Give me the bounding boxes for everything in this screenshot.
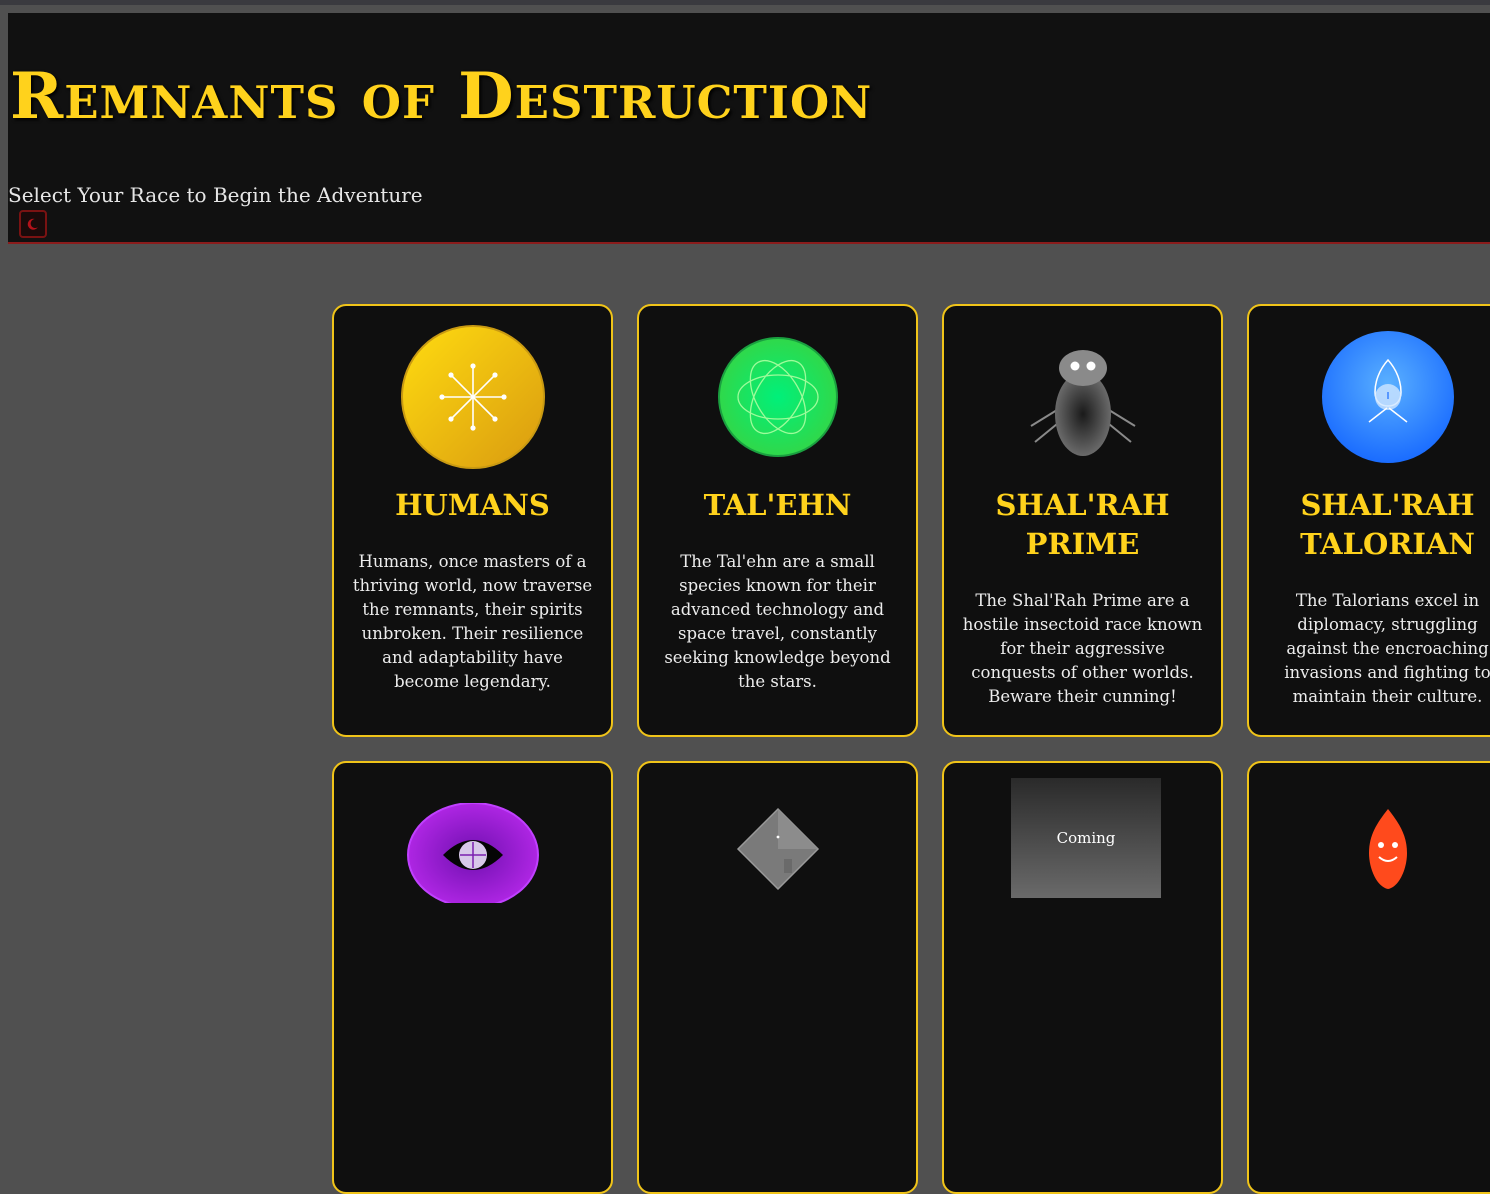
race-card-shalrah-talorian[interactable]: SHAL'RAH TALORIAN The Talorians excel in… <box>1247 304 1490 737</box>
race-name: SHAL'RAH PRIME <box>995 488 1170 561</box>
browser-top-bar <box>0 0 1490 5</box>
race-card-coming[interactable]: Coming <box>942 761 1223 1194</box>
page-subtitle: Select Your Race to Begin the Adventure <box>8 183 423 207</box>
race-description: The Tal'ehn are a small species known fo… <box>664 552 891 691</box>
theme-toggle-button[interactable] <box>19 210 47 238</box>
race-name: TAL'EHN <box>703 488 852 522</box>
race-card-humans[interactable]: HUMANS Humans, once masters of a thrivin… <box>332 304 613 737</box>
flame-orb-icon <box>1321 331 1454 463</box>
diamond-icon <box>736 807 819 891</box>
moon-icon <box>27 218 38 230</box>
race-description: Humans, once masters of a thriving world… <box>352 552 593 691</box>
atom-orbit-icon <box>717 337 838 457</box>
race-card[interactable] <box>1247 761 1490 1194</box>
starburst-icon <box>400 325 545 469</box>
race-card-talehn[interactable]: TAL'EHN The Tal'ehn are a small species … <box>637 304 918 737</box>
flame-face-icon <box>1368 809 1407 889</box>
race-description: The Talorians excel in diplomacy, strugg… <box>1284 591 1490 706</box>
race-description: The Shal'Rah Prime are a hostile insecto… <box>962 591 1203 706</box>
beetle-icon <box>1029 350 1136 456</box>
race-card[interactable] <box>637 761 918 1194</box>
page-title: Remnants of Destruction <box>10 59 873 134</box>
page-header: Remnants of Destruction Select Your Race… <box>8 13 1490 244</box>
coming-soon-placeholder: Coming <box>1011 778 1161 898</box>
race-name: SHAL'RAH TALORIAN <box>1300 488 1475 561</box>
race-card[interactable] <box>332 761 613 1194</box>
race-card-shalrah-prime[interactable]: SHAL'RAH PRIME The Shal'Rah Prime are a … <box>942 304 1223 737</box>
race-name: HUMANS <box>395 488 550 522</box>
eye-icon <box>406 803 539 903</box>
